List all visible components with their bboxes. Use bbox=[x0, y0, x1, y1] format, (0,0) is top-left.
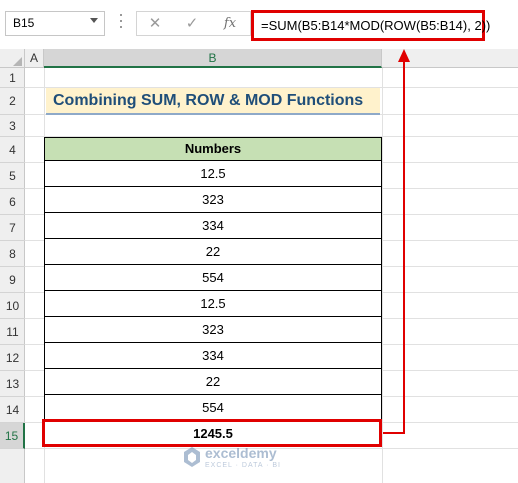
formula-text: =SUM(B5:B14*MOD(ROW(B5:B14), 2)) bbox=[261, 18, 491, 33]
column-header-a[interactable]: A bbox=[25, 49, 44, 68]
table-cell[interactable]: 12.5 bbox=[44, 161, 382, 187]
table-cell[interactable]: 554 bbox=[44, 395, 382, 421]
formula-controls: ✕ ✓ fx bbox=[136, 11, 251, 36]
column-headers: A B bbox=[0, 49, 518, 68]
row-header-5[interactable]: 5 bbox=[0, 163, 25, 189]
table-header-numbers[interactable]: Numbers bbox=[44, 137, 382, 161]
row-header-7[interactable]: 7 bbox=[0, 215, 25, 241]
table-cell[interactable]: 323 bbox=[44, 187, 382, 213]
select-all-button[interactable] bbox=[0, 49, 25, 68]
row-header-1[interactable]: 1 bbox=[0, 68, 25, 88]
row-header-3[interactable]: 3 bbox=[0, 115, 25, 137]
row-header-15[interactable]: 15 bbox=[0, 423, 25, 449]
table-cell[interactable]: 334 bbox=[44, 343, 382, 369]
name-box[interactable]: B15 bbox=[5, 11, 105, 36]
checkmark-icon[interactable]: ✓ bbox=[183, 15, 201, 33]
row-header-13[interactable]: 13 bbox=[0, 371, 25, 397]
row-header-12[interactable]: 12 bbox=[0, 345, 25, 371]
table-cell[interactable]: 323 bbox=[44, 317, 382, 343]
row-header-11[interactable]: 11 bbox=[0, 319, 25, 345]
column-header-b[interactable]: B bbox=[44, 49, 382, 68]
watermark: exceldemy EXCEL · DATA · BI bbox=[183, 443, 343, 475]
row-header-10[interactable]: 10 bbox=[0, 293, 25, 319]
table-cell[interactable]: 554 bbox=[44, 265, 382, 291]
row-header-9[interactable]: 9 bbox=[0, 267, 25, 293]
chevron-down-icon[interactable] bbox=[90, 18, 98, 23]
row-header-8[interactable]: 8 bbox=[0, 241, 25, 267]
table-cell[interactable]: 334 bbox=[44, 213, 382, 239]
row-header-2[interactable]: 2 bbox=[0, 88, 25, 115]
table-cell[interactable]: 12.5 bbox=[44, 291, 382, 317]
watermark-tagline: EXCEL · DATA · BI bbox=[205, 462, 281, 469]
sheet-title: Combining SUM, ROW & MOD Functions bbox=[53, 92, 364, 109]
drag-handle-icon[interactable] bbox=[119, 14, 123, 34]
close-icon[interactable]: ✕ bbox=[146, 15, 164, 33]
insert-function-icon[interactable]: fx bbox=[221, 15, 239, 33]
formula-input[interactable]: =SUM(B5:B14*MOD(ROW(B5:B14), 2)) bbox=[251, 10, 490, 41]
name-box-value: B15 bbox=[13, 16, 35, 30]
watermark-brand: exceldemy bbox=[205, 445, 277, 461]
table-cell[interactable]: 22 bbox=[44, 239, 382, 265]
sheet-title-cell[interactable]: Combining SUM, ROW & MOD Functions bbox=[46, 88, 380, 115]
row-headers: 1 2 3 4 5 6 7 8 9 10 11 12 13 14 15 bbox=[0, 68, 25, 483]
row-header-4[interactable]: 4 bbox=[0, 137, 25, 163]
formula-bar-area: B15 ✕ ✓ fx =SUM(B5:B14*MOD(ROW(B5:B14), … bbox=[0, 0, 518, 49]
table-cell[interactable]: 22 bbox=[44, 369, 382, 395]
row-header-6[interactable]: 6 bbox=[0, 189, 25, 215]
exceldemy-logo-icon bbox=[184, 447, 200, 467]
row-header-14[interactable]: 14 bbox=[0, 397, 25, 423]
